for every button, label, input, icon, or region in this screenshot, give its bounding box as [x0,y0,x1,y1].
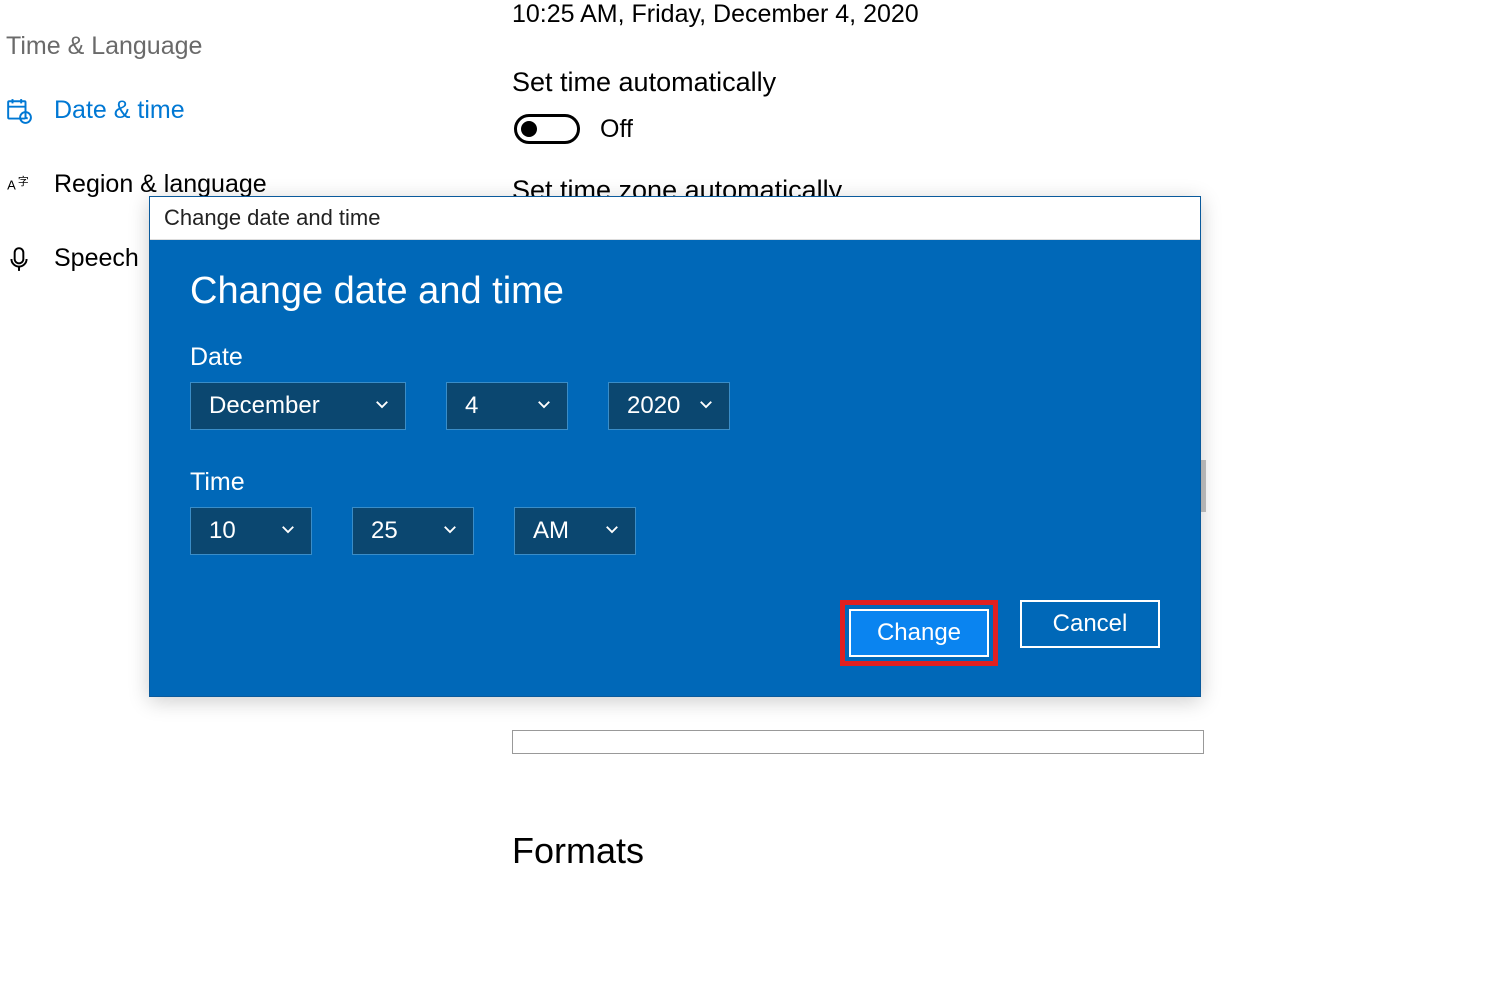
chevron-down-icon [697,392,715,420]
time-label: Time [190,468,1160,497]
nav-region-language-label: Region & language [54,170,267,199]
chevron-down-icon [373,392,391,420]
set-time-auto-toggle[interactable] [514,114,580,144]
hour-value: 10 [209,517,236,545]
ampm-value: AM [533,517,569,545]
change-button-highlight: Change [840,600,998,666]
formats-heading: Formats [512,830,644,872]
chevron-down-icon [441,517,459,545]
minute-dropdown[interactable]: 25 [352,507,474,555]
svg-text:字: 字 [18,174,29,188]
calendar-clock-icon [6,98,32,124]
nav-speech[interactable]: Speech [6,244,139,273]
set-time-auto-label: Set time automatically [512,67,776,98]
language-icon: A 字 [6,172,32,198]
day-value: 4 [465,392,478,420]
chevron-down-icon [603,517,621,545]
cancel-button[interactable]: Cancel [1020,600,1160,648]
background-dropdown-remnant [512,730,1204,754]
nav-date-time-label: Date & time [54,96,185,125]
change-date-time-dialog: Change date and time Change date and tim… [149,196,1201,697]
chevron-down-icon [535,392,553,420]
month-value: December [209,392,320,420]
nav-date-time[interactable]: Date & time [6,96,185,125]
svg-text:A: A [7,177,16,192]
nav-speech-label: Speech [54,244,139,273]
day-dropdown[interactable]: 4 [446,382,568,430]
date-label: Date [190,343,1160,372]
year-dropdown[interactable]: 2020 [608,382,730,430]
dialog-titlebar: Change date and time [150,197,1200,240]
change-button[interactable]: Change [849,609,989,657]
dialog-heading: Change date and time [190,270,1160,313]
year-value: 2020 [627,392,680,420]
current-datetime-text: 10:25 AM, Friday, December 4, 2020 [512,0,919,29]
month-dropdown[interactable]: December [190,382,406,430]
settings-section-header: Time & Language [6,32,202,61]
chevron-down-icon [279,517,297,545]
ampm-dropdown[interactable]: AM [514,507,636,555]
set-time-auto-state: Off [600,115,633,144]
nav-region-language[interactable]: A 字 Region & language [6,170,267,199]
microphone-icon [6,246,32,272]
minute-value: 25 [371,517,398,545]
toggle-knob [521,121,537,137]
hour-dropdown[interactable]: 10 [190,507,312,555]
